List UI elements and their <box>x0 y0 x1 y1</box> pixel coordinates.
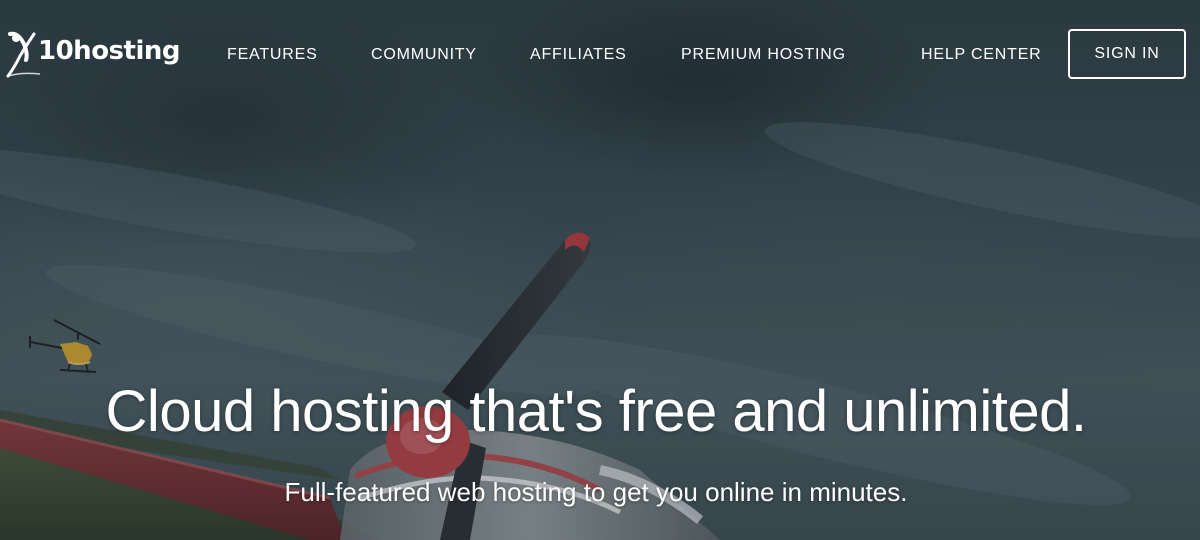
hero-headline: Cloud hosting that's free and unlimited. <box>105 379 1087 444</box>
nav-premium-hosting-link[interactable]: PREMIUM HOSTING <box>681 46 846 64</box>
nav-help-center-link[interactable]: HELP CENTER <box>921 46 1042 64</box>
nav-features-link[interactable]: FEATURES <box>227 46 318 64</box>
brand-logo[interactable]: 10hosting <box>6 30 181 80</box>
x-logo-icon <box>6 31 41 78</box>
nav-community-link[interactable]: COMMUNITY <box>371 46 477 64</box>
sign-in-button[interactable]: SIGN IN <box>1068 29 1186 79</box>
nav-affiliates-link[interactable]: AFFILIATES <box>530 46 627 64</box>
top-navigation: 10hosting FEATURES COMMUNITY AFFILIATES … <box>0 0 1200 110</box>
brand-name: 10hosting <box>38 36 181 66</box>
hero-section: 10hosting FEATURES COMMUNITY AFFILIATES … <box>0 0 1200 540</box>
hero-subheadline: Full-featured web hosting to get you onl… <box>284 477 908 507</box>
